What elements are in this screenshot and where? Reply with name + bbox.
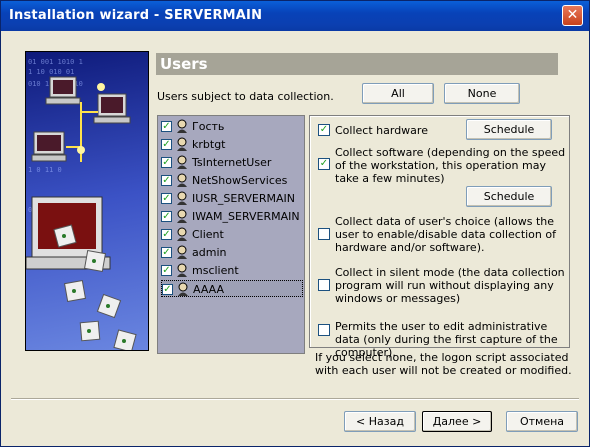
- collect-hardware-label: Collect hardware: [335, 124, 428, 137]
- select-none-button[interactable]: None: [444, 83, 520, 104]
- network-computers-illustration: 01 001 1010 1 1 10 010 01 010 1 0101 10 …: [26, 58, 137, 350]
- collect-user-choice-checkbox[interactable]: [318, 228, 330, 240]
- user-item[interactable]: ✓ IWAM_SERVERMAIN: [161, 208, 303, 225]
- user-name: Гость: [192, 120, 225, 133]
- collect-hardware-checkbox[interactable]: ✓: [318, 124, 330, 136]
- window-title: Installation wizard - SERVERMAIN: [9, 8, 263, 23]
- close-button[interactable]: ✕: [562, 5, 583, 26]
- user-name: IWAM_SERVERMAIN: [192, 210, 300, 223]
- user-checkbox[interactable]: ✓: [161, 157, 172, 168]
- user-icon: [177, 137, 187, 151]
- cancel-button[interactable]: Отмена: [506, 411, 578, 432]
- user-item[interactable]: ✓ IUSR_SERVERMAIN: [161, 190, 303, 207]
- edit-admin-data-checkbox[interactable]: [318, 324, 330, 336]
- user-icon: [177, 245, 187, 259]
- collection-options-panel: ✓ Collect hardware Schedule ✓ Collect so…: [309, 115, 570, 359]
- user-item[interactable]: ✓ TsInternetUser: [161, 154, 303, 171]
- user-checkbox[interactable]: ✓: [161, 121, 172, 132]
- user-checkbox[interactable]: ✓: [161, 175, 172, 186]
- next-button[interactable]: Далее >: [422, 411, 492, 432]
- collect-user-choice-label: Collect data of user's choice (allows th…: [335, 215, 556, 254]
- user-name: Client: [192, 228, 224, 241]
- user-list[interactable]: ✓ Гость ✓ krbtgt ✓ TsInternetUser ✓ NetS…: [157, 115, 305, 354]
- software-schedule-button[interactable]: Schedule: [466, 186, 552, 207]
- user-icon: [177, 263, 187, 277]
- user-icon: [177, 227, 187, 241]
- user-item[interactable]: ✓ admin: [161, 244, 303, 261]
- user-checkbox[interactable]: ✓: [161, 139, 172, 150]
- page-title: Users: [156, 53, 558, 75]
- user-item[interactable]: ✓ Гость: [161, 118, 303, 135]
- select-all-button[interactable]: All: [362, 83, 434, 104]
- user-item[interactable]: ✓ NetShowServices: [161, 172, 303, 189]
- none-selection-note: If you select none, the logon script ass…: [315, 351, 572, 377]
- svg-text:01 001 1010 1: 01 001 1010 1: [28, 58, 83, 66]
- user-name: AAAA: [193, 283, 225, 296]
- user-name: msclient: [192, 264, 239, 277]
- user-icon: [177, 209, 187, 223]
- close-icon: ✕: [566, 7, 579, 23]
- footer-divider: [11, 398, 579, 400]
- user-checkbox[interactable]: ✓: [161, 265, 172, 276]
- user-icon: [177, 155, 187, 169]
- user-icon: [177, 191, 187, 205]
- hardware-schedule-button[interactable]: Schedule: [466, 119, 552, 140]
- user-item[interactable]: ✓ Client: [161, 226, 303, 243]
- user-checkbox[interactable]: ✓: [161, 229, 172, 240]
- user-icon: [178, 282, 188, 296]
- user-icon: [177, 173, 187, 187]
- collect-software-label: Collect software (depending on the speed…: [335, 146, 566, 185]
- user-name: NetShowServices: [192, 174, 288, 187]
- user-checkbox[interactable]: ✓: [161, 247, 172, 258]
- user-name: krbtgt: [192, 138, 226, 151]
- users-label: Users subject to data collection.: [157, 90, 334, 103]
- svg-text:1 10 010 01: 1 10 010 01: [28, 68, 74, 76]
- wizard-side-image: 01 001 1010 1 1 10 010 01 010 1 0101 10 …: [25, 51, 149, 351]
- silent-mode-label: Collect in silent mode (the data collect…: [335, 266, 565, 305]
- user-name: TsInternetUser: [192, 156, 272, 169]
- silent-mode-checkbox[interactable]: [318, 279, 330, 291]
- svg-text:1 0 11 0: 1 0 11 0: [28, 166, 62, 174]
- user-item[interactable]: ✓ msclient: [161, 262, 303, 279]
- user-checkbox[interactable]: ✓: [161, 193, 172, 204]
- user-name: admin: [192, 246, 227, 259]
- collect-software-checkbox[interactable]: ✓: [318, 158, 330, 170]
- user-name: IUSR_SERVERMAIN: [192, 192, 296, 205]
- user-icon: [177, 119, 187, 133]
- user-item[interactable]: ✓ krbtgt: [161, 136, 303, 153]
- title-bar[interactable]: Installation wizard - SERVERMAIN ✕: [1, 1, 589, 31]
- installation-wizard-window: Installation wizard - SERVERMAIN ✕ 01 00…: [0, 0, 590, 447]
- user-item-selected[interactable]: ✓ AAAA: [161, 280, 303, 297]
- back-button[interactable]: < Назад: [344, 411, 416, 432]
- user-checkbox[interactable]: ✓: [162, 284, 173, 295]
- user-checkbox[interactable]: ✓: [161, 211, 172, 222]
